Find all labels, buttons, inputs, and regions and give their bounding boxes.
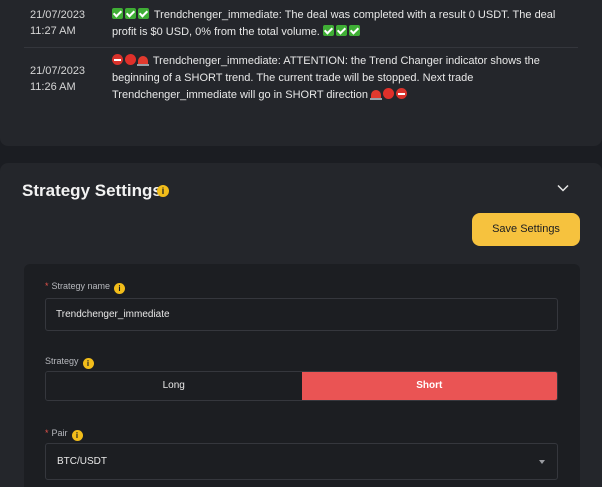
field-label-text: Strategy <box>45 356 79 366</box>
check-mark-icon <box>348 25 360 36</box>
log-entry: 21/07/2023 11:27 AM Trendchenger_immedia… <box>0 0 602 47</box>
log-message: Trendchenger_immediate: The deal was com… <box>112 7 582 41</box>
info-icon[interactable]: i <box>71 430 83 441</box>
strategy-toggle: Long Short <box>45 371 558 401</box>
strategy-option-long[interactable]: Long <box>46 372 302 400</box>
siren-icon <box>370 90 383 100</box>
field-label-text: Pair <box>51 428 68 438</box>
log-entry: 21/07/2023 11:26 AM Trendchenger_immedia… <box>0 48 602 106</box>
strategy-settings-panel: Strategy Settings i Save Settings * Strat… <box>0 163 602 487</box>
strategy-option-short[interactable]: Short <box>301 372 557 400</box>
log-time: 11:26 AM <box>30 81 76 93</box>
check-mark-icon <box>112 8 123 19</box>
section-title: Strategy Settings <box>22 181 162 200</box>
log-date: 21/07/2023 <box>30 9 86 21</box>
check-mark-icon <box>125 8 136 19</box>
save-settings-button[interactable]: Save Settings <box>472 213 580 246</box>
required-marker: * <box>45 281 49 291</box>
strategy-label: Strategy i <box>45 356 94 369</box>
pair-label: * Pair i <box>45 428 83 441</box>
check-mark-icon <box>335 25 347 36</box>
red-circle-icon <box>125 54 136 65</box>
settings-form: * Strategy name i Trendchenger_immediate S… <box>24 264 580 487</box>
no-entry-icon <box>112 54 123 65</box>
strategy-name-input[interactable]: Trendchenger_immediate <box>45 298 558 331</box>
no-entry-icon <box>396 88 408 99</box>
required-marker: * <box>45 428 49 438</box>
log-message-text: Trendchenger_immediate: ATTENTION: the T… <box>112 55 540 101</box>
info-icon[interactable]: i <box>114 283 126 294</box>
log-date: 21/07/2023 <box>30 65 86 77</box>
siren-icon <box>137 56 149 66</box>
chevron-down-icon[interactable] <box>557 182 569 194</box>
info-icon[interactable]: i <box>157 185 169 197</box>
log-timestamp: 21/07/2023 11:26 AM <box>30 63 108 95</box>
log-time: 11:27 AM <box>30 25 76 37</box>
caret-down-icon <box>539 460 545 464</box>
check-mark-icon <box>322 25 334 36</box>
check-mark-icon <box>138 8 149 19</box>
log-panel: 21/07/2023 11:27 AM Trendchenger_immedia… <box>0 0 602 146</box>
strategy-name-label: * Strategy name i <box>45 281 126 294</box>
pair-selected-value: BTC/USDT <box>57 456 107 467</box>
pair-select[interactable]: BTC/USDT <box>45 443 558 480</box>
info-icon[interactable]: i <box>82 358 94 369</box>
log-timestamp: 21/07/2023 11:27 AM <box>30 7 108 39</box>
log-message: Trendchenger_immediate: ATTENTION: the T… <box>112 53 582 104</box>
field-label-text: Strategy name <box>51 281 111 291</box>
red-circle-icon <box>383 88 395 99</box>
